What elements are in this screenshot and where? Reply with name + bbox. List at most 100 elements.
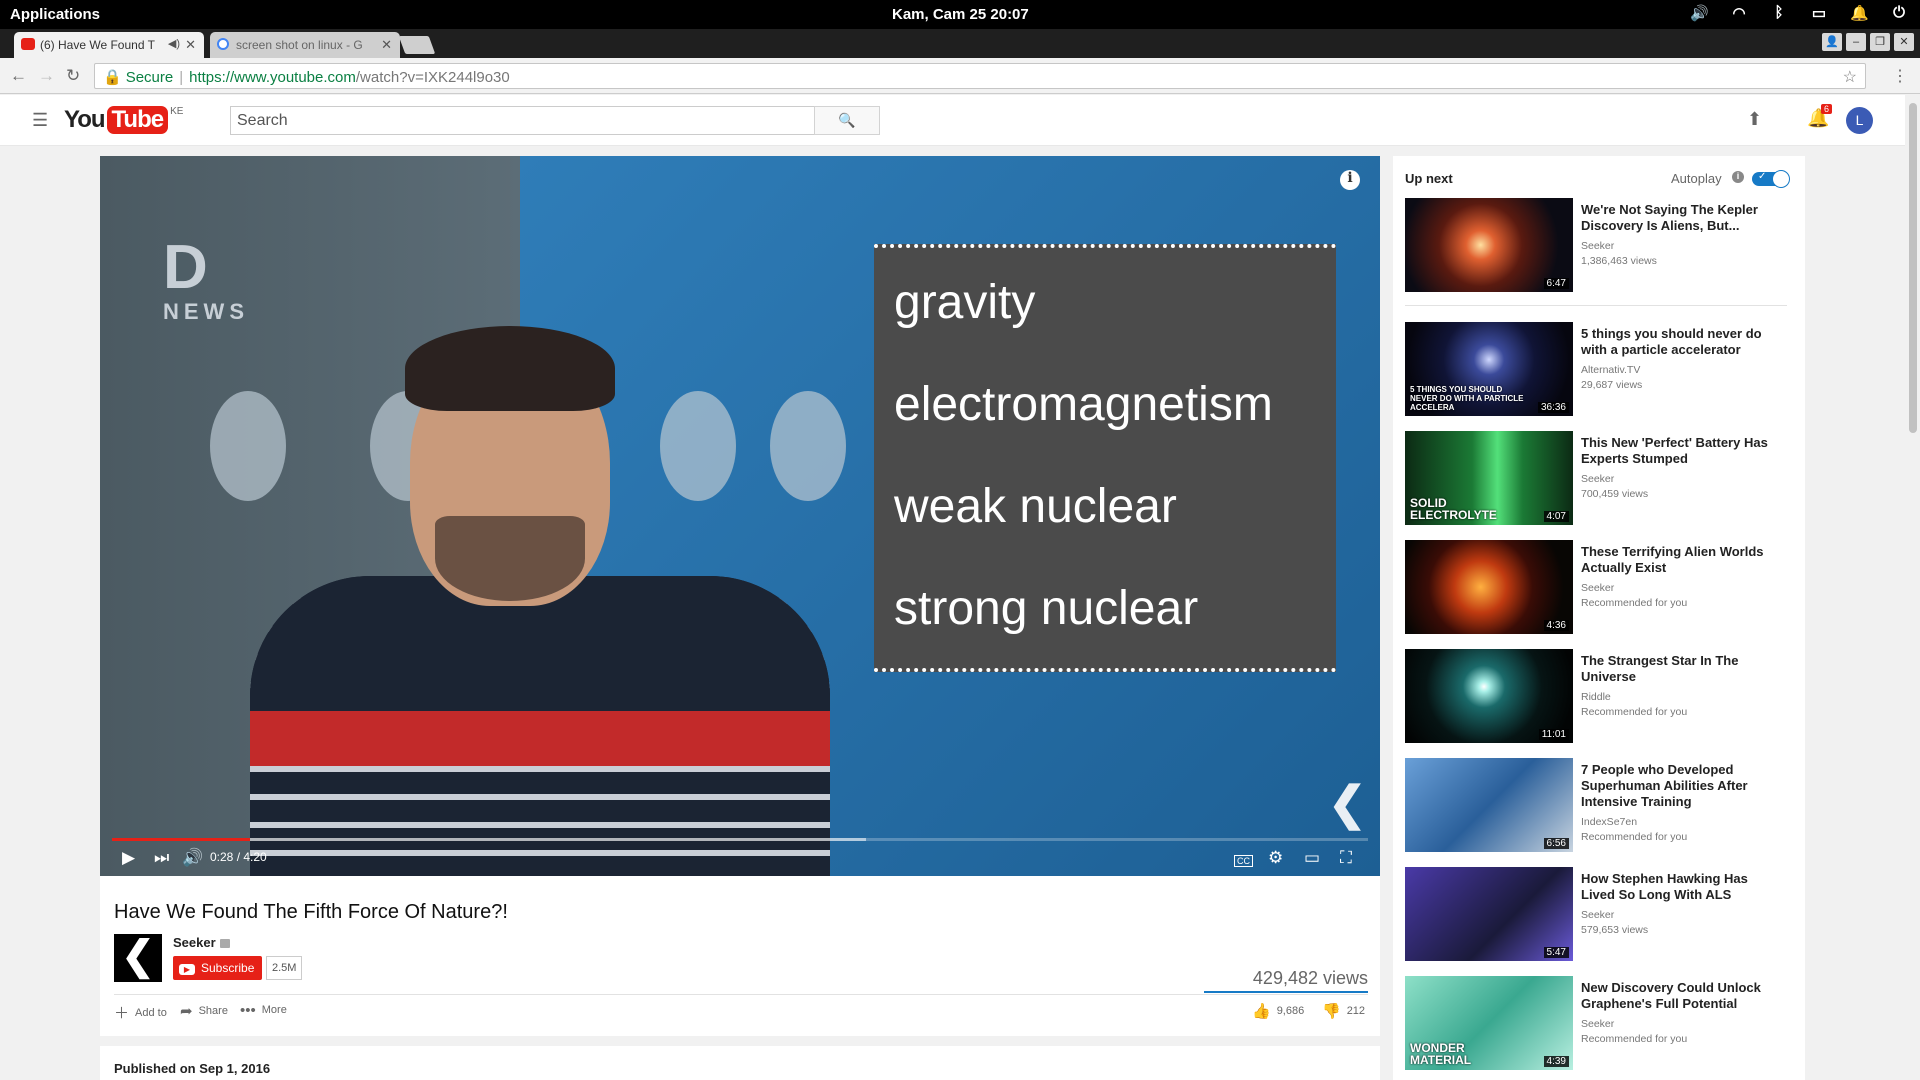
- video-thumbnail[interactable]: 6:47: [1405, 198, 1573, 292]
- video-progress-bar[interactable]: [112, 838, 1368, 841]
- back-arrow-icon[interactable]: ←: [10, 66, 27, 86]
- video-thumbnail[interactable]: SOLID ELECTROLYTE 4:07: [1405, 431, 1573, 525]
- video-title[interactable]: How Stephen Hawking Has Lived So Long Wi…: [1581, 871, 1781, 903]
- list-item[interactable]: 5:47 How Stephen Hawking Has Lived So Lo…: [1405, 867, 1795, 962]
- video-title[interactable]: These Terrifying Alien Worlds Actually E…: [1581, 544, 1781, 576]
- address-bar[interactable]: 🔒 Secure | https://www.youtube.com/watch?v=…: [94, 63, 1866, 89]
- list-item[interactable]: WONDER MATERIAL 4:39 New Discovery Could…: [1405, 976, 1795, 1071]
- user-icon[interactable]: 👤: [1822, 33, 1842, 51]
- autoplay-label: Autoplay: [1671, 171, 1722, 186]
- list-item[interactable]: 5 THINGS YOU SHOULD NEVER DO WITH A PART…: [1405, 322, 1795, 417]
- channel-name[interactable]: Seeker: [173, 935, 230, 950]
- search-input[interactable]: Search: [230, 106, 815, 135]
- subscribe-button[interactable]: ▶ Subscribe: [173, 956, 263, 980]
- tab-title: (6) Have We Found T: [40, 38, 155, 52]
- forces-list-panel: gravity electromagnetism weak nuclear st…: [874, 244, 1336, 672]
- verified-icon: [219, 939, 230, 949]
- channel-name: IndexSe7en: [1581, 816, 1638, 828]
- list-item[interactable]: 6:56 7 People who Developed Superhuman A…: [1405, 758, 1795, 853]
- force-label: weak nuclear: [894, 480, 1177, 533]
- like-button[interactable]: 👍 9,686: [1252, 1002, 1304, 1020]
- video-title: Have We Found The Fifth Force Of Nature?…: [114, 901, 508, 923]
- view-count: 429,482 views: [1252, 968, 1368, 988]
- applications-menu[interactable]: Applications: [10, 6, 100, 23]
- scrollbar-thumb[interactable]: [1909, 103, 1917, 433]
- more-button[interactable]: ••• More: [240, 1002, 287, 1019]
- close-window-icon[interactable]: ✕: [1894, 33, 1914, 51]
- new-tab-button[interactable]: [398, 36, 436, 54]
- secure-label: Secure: [125, 69, 174, 86]
- list-item[interactable]: SOLID ELECTROLYTE 4:07 This New 'Perfect…: [1405, 431, 1795, 526]
- tab-google[interactable]: screen shot on linux - G ✕: [210, 32, 400, 58]
- browser-toolbar: ← → ↻ 🔒 Secure | https://www.youtube.com/wa…: [0, 58, 1920, 94]
- autoplay-toggle[interactable]: ✓: [1752, 170, 1790, 188]
- video-title[interactable]: 5 things you should never do with a part…: [1581, 326, 1781, 358]
- bell-icon[interactable]: 🔔: [1850, 4, 1869, 22]
- channel-watermark-chevron-icon[interactable]: ❮: [1328, 776, 1367, 830]
- system-top-bar: Applications Kam, Cam 25 20:07 🔊 ◠ ᛒ ▭ 🔔…: [0, 0, 1920, 29]
- google-favicon-icon: [217, 38, 229, 50]
- video-info-icon[interactable]: i: [1340, 170, 1360, 190]
- video-thumbnail[interactable]: 5 THINGS YOU SHOULD NEVER DO WITH A PART…: [1405, 322, 1573, 416]
- presenter-beard: [435, 516, 585, 601]
- account-avatar[interactable]: L: [1846, 107, 1873, 134]
- browser-menu-icon[interactable]: ⋮: [1892, 66, 1908, 86]
- minimize-icon[interactable]: –: [1846, 33, 1866, 51]
- tab-youtube[interactable]: (6) Have We Found T ◀) ✕: [14, 32, 204, 58]
- search-button[interactable]: 🔍: [814, 106, 880, 135]
- video-thumbnail[interactable]: 6:56: [1405, 758, 1573, 852]
- bluetooth-icon[interactable]: ᛒ: [1770, 4, 1788, 22]
- forward-arrow-icon[interactable]: →: [38, 66, 55, 86]
- upload-icon[interactable]: ⬆: [1747, 109, 1762, 130]
- captions-icon[interactable]: CC: [1234, 855, 1253, 867]
- more-dots-icon: •••: [240, 1002, 256, 1019]
- list-item[interactable]: 4:36 These Terrifying Alien Worlds Actua…: [1405, 540, 1795, 635]
- channel-name: Seeker: [1581, 909, 1615, 921]
- thumbnail-caption: WONDER MATERIAL: [1410, 1041, 1472, 1067]
- battery-icon[interactable]: ▭: [1810, 4, 1828, 22]
- video-title[interactable]: We're Not Saying The Kepler Discovery Is…: [1581, 202, 1781, 234]
- bookmark-star-icon[interactable]: ☆: [1843, 67, 1857, 87]
- video-player[interactable]: D NEWS gravity electromagnetism weak nuc…: [100, 156, 1380, 876]
- reload-icon[interactable]: ↻: [66, 66, 80, 86]
- close-icon[interactable]: ✕: [185, 37, 196, 53]
- video-thumbnail[interactable]: 5:47: [1405, 867, 1573, 961]
- volume-icon[interactable]: 🔊: [1690, 4, 1709, 22]
- page-scrollbar[interactable]: [1905, 95, 1920, 1080]
- wifi-icon[interactable]: ◠: [1730, 4, 1748, 22]
- channel-name: Seeker: [1581, 473, 1615, 485]
- presenter-figure: [250, 326, 830, 876]
- youtube-favicon-icon: [21, 38, 35, 50]
- video-title[interactable]: New Discovery Could Unlock Graphene's Fu…: [1581, 980, 1781, 1012]
- system-clock[interactable]: Kam, Cam 25 20:07: [892, 6, 1029, 23]
- video-thumbnail[interactable]: 4:36: [1405, 540, 1573, 634]
- duration-badge: 5:47: [1543, 947, 1569, 958]
- settings-gear-icon[interactable]: ⚙: [1268, 848, 1283, 868]
- video-thumbnail[interactable]: 11:01: [1405, 649, 1573, 743]
- play-icon[interactable]: ▶: [122, 848, 135, 868]
- close-icon[interactable]: ✕: [381, 37, 392, 53]
- video-title[interactable]: The Strangest Star In The Universe: [1581, 653, 1781, 685]
- theater-mode-icon[interactable]: ▭: [1304, 848, 1320, 868]
- autoplay-info-icon[interactable]: i: [1732, 171, 1744, 183]
- list-item[interactable]: 11:01 The Strangest Star In The Universe…: [1405, 649, 1795, 744]
- list-item[interactable]: 6:47 We're Not Saying The Kepler Discove…: [1405, 198, 1795, 293]
- share-button[interactable]: ➦ Share: [180, 1002, 228, 1020]
- view-count: Recommended for you: [1581, 597, 1688, 609]
- view-count: Recommended for you: [1581, 831, 1688, 843]
- divider: [114, 994, 1368, 995]
- volume-icon[interactable]: 🔊: [182, 848, 203, 868]
- add-to-button[interactable]: ＋ Add to: [114, 1002, 167, 1023]
- next-icon[interactable]: ⏭: [154, 848, 169, 868]
- speaker-icon[interactable]: ◀): [168, 37, 180, 50]
- power-icon[interactable]: ⏻: [1890, 4, 1908, 22]
- video-title[interactable]: This New 'Perfect' Battery Has Experts S…: [1581, 435, 1781, 467]
- channel-avatar[interactable]: ❮: [114, 934, 162, 982]
- video-thumbnail[interactable]: WONDER MATERIAL 4:39: [1405, 976, 1573, 1070]
- youtube-logo[interactable]: You Tube KE: [64, 106, 183, 134]
- fullscreen-icon[interactable]: ⛶: [1340, 848, 1352, 868]
- dislike-button[interactable]: 👎 212: [1322, 1002, 1365, 1020]
- restore-icon[interactable]: ❐: [1870, 33, 1890, 51]
- guide-menu-icon[interactable]: ☰: [32, 110, 48, 131]
- video-title[interactable]: 7 People who Developed Superhuman Abilit…: [1581, 762, 1781, 810]
